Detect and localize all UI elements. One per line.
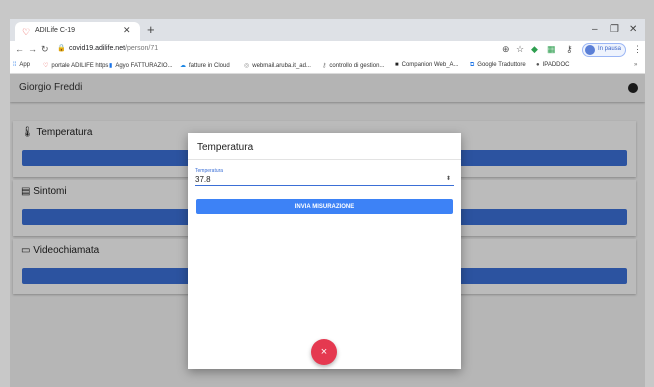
close-dialog-button[interactable]: × <box>311 339 337 365</box>
dialog-title: Temperatura <box>197 142 254 153</box>
sheets-extension-icon[interactable]: ▦ <box>547 44 556 55</box>
bookmarks-overflow-icon[interactable]: » <box>634 62 637 68</box>
bookmark-item[interactable]: ☁ fatture in Cloud <box>180 62 230 69</box>
browser-tab[interactable]: ♡ ADILife C-19 ✕ <box>15 22 140 41</box>
extension-icon[interactable]: ◆ <box>531 44 538 55</box>
address-bar[interactable]: 🔒 covid19.adilife.net/person/71 <box>57 44 457 56</box>
restore-button[interactable]: ❐ <box>610 24 619 35</box>
heart-icon: ♡ <box>22 27 31 37</box>
profile-status: In pausa <box>598 46 622 52</box>
temperature-dialog: Temperatura Temperatura ⬍ INVIA MISURAZI… <box>188 133 461 369</box>
divider <box>188 159 461 160</box>
key-icon[interactable]: ⚷ <box>566 44 573 55</box>
bookmark-item[interactable]: ♡ portale ADILIFE https <box>43 62 108 69</box>
new-tab-button[interactable]: + <box>147 22 155 37</box>
bookmark-item[interactable]: ■ Companion Web_A... <box>395 62 459 68</box>
minimize-button[interactable]: – <box>592 24 598 35</box>
stepper-icon[interactable]: ⬍ <box>446 175 451 182</box>
tab-close-icon[interactable]: ✕ <box>123 25 131 36</box>
tab-strip: ♡ ADILife C-19 ✕ + – ❐ ✕ <box>10 19 645 41</box>
browser-toolbar: ← → ↻ 🔒 covid19.adilife.net/person/71 ⊕ … <box>10 41 645 59</box>
zoom-icon[interactable]: ⊕ <box>502 44 510 55</box>
tab-title: ADILife C-19 <box>35 27 76 34</box>
profile-button[interactable]: In pausa <box>582 43 626 57</box>
cloud-icon: ☁ <box>180 63 186 69</box>
reload-icon[interactable]: ↻ <box>41 44 49 55</box>
browser-window: ♡ ADILife C-19 ✕ + – ❐ ✕ ← → ↻ 🔒 covid19… <box>10 19 645 387</box>
apps-icon: ⁞⁞ <box>13 62 17 68</box>
page-content: Giorgio Freddi 🌡 Temperatura ▤ Sintomi ▭… <box>10 74 645 387</box>
back-icon[interactable]: ← <box>15 44 24 54</box>
mail-icon: ◎ <box>244 63 250 69</box>
companion-icon: ■ <box>395 62 399 68</box>
window-close-button[interactable]: ✕ <box>629 24 637 35</box>
submit-button[interactable]: INVIA MISURAZIONE <box>196 199 453 214</box>
avatar <box>585 45 595 55</box>
url-text: covid19.adilife.net/person/71 <box>69 45 159 52</box>
bookmark-item[interactable]: ⧉ Google Traduttore <box>470 62 526 69</box>
bookmark-item[interactable]: ▮ Agyo FATTURAZIO... <box>109 62 173 69</box>
lock-icon: 🔒 <box>57 45 66 52</box>
bookmark-item[interactable]: ● IPADDOC <box>536 62 570 68</box>
bookmark-item[interactable]: ◎ webmail.aruba.it_ad... <box>244 62 311 69</box>
temperature-input[interactable] <box>195 174 454 186</box>
aruba-icon: ▮ <box>109 63 113 69</box>
star-icon[interactable]: ☆ <box>516 44 524 55</box>
translate-icon: ⧉ <box>470 62 475 68</box>
menu-icon[interactable]: ⋮ <box>633 44 642 55</box>
heart-icon: ♡ <box>43 63 49 69</box>
bookmark-item[interactable]: ⚷ controllo di gestion... <box>322 62 384 69</box>
key-icon: ⚷ <box>322 63 327 69</box>
bookmark-item[interactable]: ⁞⁞ App <box>13 62 30 68</box>
ipad-icon: ● <box>536 62 540 68</box>
bookmarks-bar: ⁞⁞ App ♡ portale ADILIFE https ▮ Agyo FATTU… <box>10 59 645 74</box>
forward-icon[interactable]: → <box>28 44 37 54</box>
